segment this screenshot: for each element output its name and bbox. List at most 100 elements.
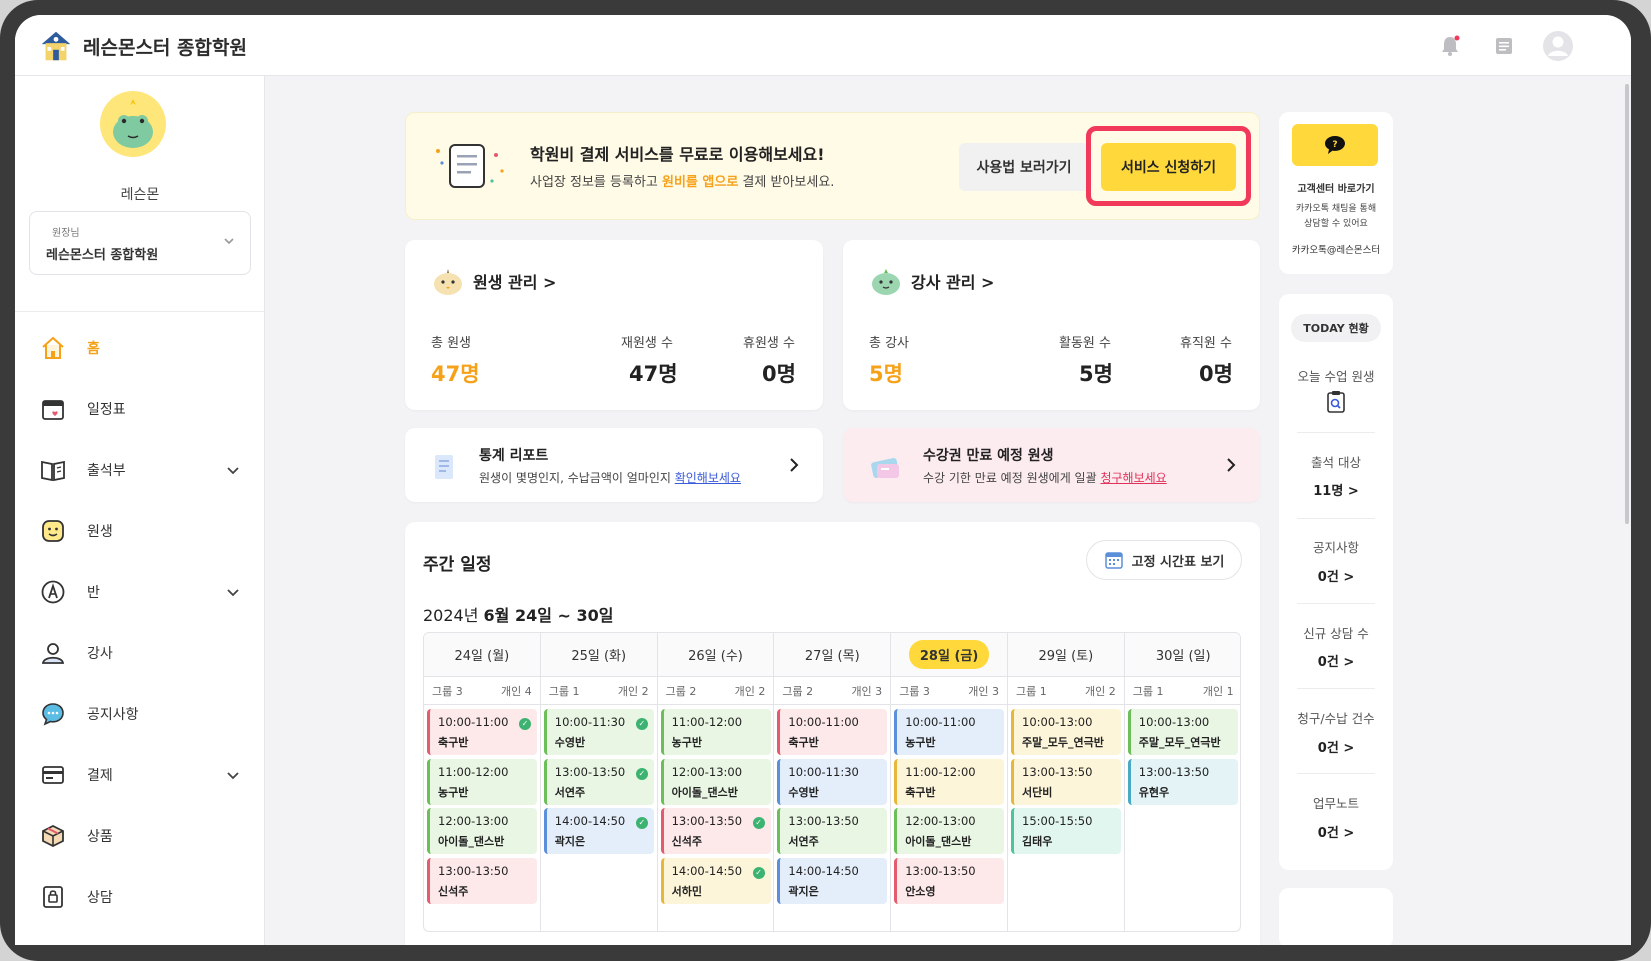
- guide-button[interactable]: 사용법 보러가기: [959, 143, 1089, 191]
- sidebar-item-home[interactable]: 홈: [39, 326, 245, 370]
- schedule-event[interactable]: 14:00-14:50 서하민 ✓: [660, 857, 771, 904]
- day-counts: 그룹 3 개인 3: [891, 677, 1007, 705]
- expiry-bill-link[interactable]: 청구해보세요: [1100, 471, 1166, 485]
- report-document-icon: [435, 455, 453, 479]
- event-name: 신석주: [671, 835, 702, 848]
- sidebar-item-class[interactable]: 반: [39, 570, 245, 614]
- sidebar-item-payment[interactable]: 결제: [39, 753, 245, 797]
- personal-count: 개인 3: [851, 684, 883, 698]
- screen: 레슨몬스터 종합학원 레슨몬 원장님 레슨몬스터 종합학원 홈 일정표 출석부 …: [15, 15, 1631, 945]
- report-title: 통계 리포트: [479, 448, 549, 464]
- sidebar-item-attendance[interactable]: 출석부: [39, 448, 245, 492]
- today-status-panel: TODAY 현황 오늘 수업 원생 출석 대상 11명 > 공지사항 0건 > …: [1279, 294, 1393, 870]
- day-header[interactable]: 30일 (일): [1124, 633, 1240, 677]
- schedule-event[interactable]: 12:00-13:00 아이돌_댄스반: [894, 808, 1005, 854]
- day-header[interactable]: 24일 (월): [424, 633, 540, 677]
- notification-bell-icon[interactable]: [1433, 29, 1467, 63]
- schedule-event[interactable]: 11:00-12:00 농구반: [660, 709, 771, 755]
- day-header[interactable]: 25일 (화): [540, 633, 657, 677]
- customer-center-title[interactable]: 고객센터 바로가기: [1279, 180, 1393, 195]
- sidebar-item-consult[interactable]: 상담: [39, 875, 245, 919]
- work-note-value[interactable]: 0건 >: [1279, 822, 1393, 841]
- schedule-event[interactable]: 12:00-13:00 아이돌_댄스반: [660, 758, 771, 805]
- schedule-event[interactable]: 11:00-12:00 농구반: [427, 758, 537, 805]
- app-logo[interactable]: 레슨몬스터 종합학원: [37, 27, 247, 65]
- schedule-event[interactable]: 13:00-13:50 유현우: [1127, 758, 1238, 805]
- schedule-event[interactable]: 13:00-13:50 신석주: [427, 857, 537, 904]
- student-management-title: 원생 관리 >: [473, 273, 557, 292]
- sidebar: 레슨몬 원장님 레슨몬스터 종합학원 홈 일정표 출석부 원생 반 강사 공지사…: [15, 76, 265, 945]
- clipboard-search-icon[interactable]: [1325, 390, 1347, 414]
- schedule-event[interactable]: 10:00-11:00 농구반: [894, 709, 1005, 755]
- fixed-timetable-button[interactable]: 고정 시간표 보기: [1086, 540, 1242, 580]
- student-management-link[interactable]: 원생 관리 >: [431, 264, 556, 298]
- enrolled-students-value: 47명: [629, 362, 678, 386]
- sidebar-item-label: 홈: [87, 341, 100, 357]
- sidebar-item-students[interactable]: 원생: [39, 509, 245, 553]
- notice-value[interactable]: 0건 >: [1279, 566, 1393, 585]
- day-header[interactable]: 28일 (금): [891, 633, 1007, 677]
- schedule-event[interactable]: 13:00-13:50 신석주 ✓: [660, 808, 771, 854]
- day-counts: 그룹 1 개인 1: [1124, 677, 1240, 705]
- academy-select[interactable]: 원장님 레슨몬스터 종합학원: [29, 211, 251, 275]
- weekly-schedule-card: 주간 일정 고정 시간표 보기 2024년 6월 24일 ~ 30일 24일 (…: [405, 522, 1260, 945]
- weekly-grid: 24일 (월) 그룹 3 개인 4 10:00-11:00 축구반 ✓ 11:00-12:0…: [423, 632, 1241, 932]
- billing-count-label: 청구/수납 건수: [1297, 711, 1375, 726]
- schedule-event[interactable]: 13:00-13:50 서연주 ✓: [543, 758, 654, 805]
- work-note-label: 업무노트: [1312, 796, 1359, 811]
- schedule-event[interactable]: 10:00-13:00 주말_모두_연극반: [1127, 709, 1238, 755]
- event-time: 12:00-13:00: [438, 814, 509, 828]
- day-header[interactable]: 29일 (토): [1008, 633, 1124, 677]
- sidebar-item-notice[interactable]: 공지사항: [39, 692, 245, 736]
- leave-teachers-label: 휴직원 수: [1180, 336, 1232, 351]
- schedule-event[interactable]: 15:00-15:50 김태우: [1011, 808, 1121, 854]
- sidebar-item-products[interactable]: 상품: [39, 814, 245, 858]
- memo-icon[interactable]: [1487, 29, 1521, 63]
- kakao-chat-button[interactable]: ?: [1292, 124, 1378, 166]
- event-name: 농구반: [671, 736, 702, 749]
- fixed-timetable-label: 고정 시간표 보기: [1131, 554, 1225, 570]
- sidebar-item-label: 출석부: [87, 463, 126, 479]
- schedule-event[interactable]: 12:00-13:00 아이돌_댄스반: [427, 808, 537, 854]
- svg-text:?: ?: [1332, 140, 1337, 150]
- schedule-event[interactable]: 10:00-11:30 수영반 ✓: [543, 709, 654, 755]
- schedule-event[interactable]: 13:00-13:50 안소영: [894, 857, 1005, 904]
- help-sub-line: 상담할 수 있어요: [1304, 219, 1368, 229]
- event-time: 12:00-13:00: [671, 764, 743, 779]
- report-check-link[interactable]: 확인해보세요: [675, 471, 741, 485]
- teacher-management-title: 강사 관리 >: [911, 273, 995, 292]
- event-name: 서연주: [788, 835, 819, 848]
- payment-banner: 학원비 결제 서비스를 무료로 이용해보세요! 사업장 정보를 등록하고 원비를…: [405, 112, 1260, 220]
- schedule-event[interactable]: 10:00-11:00 축구반: [777, 709, 888, 755]
- statistics-report-card[interactable]: 통계 리포트 원생이 몇명인지, 수납금액이 얼마인지 확인해보세요: [405, 428, 823, 502]
- day-header[interactable]: 27일 (목): [774, 633, 891, 677]
- schedule-event[interactable]: 13:00-13:50 서단비: [1011, 758, 1121, 805]
- user-avatar-icon[interactable]: [1541, 29, 1575, 63]
- profile-name: 레슨몬: [120, 187, 160, 203]
- apply-service-button[interactable]: 서비스 신청하기: [1101, 143, 1236, 191]
- sidebar-item-schedule[interactable]: 일정표: [39, 387, 245, 431]
- scrollbar-thumb[interactable]: [1625, 84, 1629, 524]
- scrollbar[interactable]: [1623, 76, 1631, 945]
- divider: [1297, 773, 1375, 774]
- expiring-pass-card[interactable]: 수강권 만료 예정 원생 수강 기한 만료 예정 원생에게 일괄 청구해보세요: [843, 428, 1260, 502]
- sidebar-item-teachers[interactable]: 강사: [39, 631, 245, 675]
- sidebar-item-label: 일정표: [87, 402, 126, 418]
- schedule-event[interactable]: 13:00-13:50 서연주: [777, 808, 888, 854]
- attendance-target-value[interactable]: 11명 >: [1279, 480, 1393, 499]
- event-name: 주말_모두_연극반: [1138, 736, 1221, 749]
- day-header[interactable]: 26일 (수): [657, 633, 774, 677]
- schedule-event[interactable]: 14:00-14:50 곽지은 ✓: [543, 808, 654, 854]
- total-teachers-value: 5명: [869, 362, 903, 386]
- divider: [1297, 603, 1375, 604]
- teacher-management-link[interactable]: 강사 관리 >: [869, 264, 994, 298]
- schedule-event[interactable]: 10:00-13:00 주말_모두_연극반: [1011, 709, 1121, 755]
- day-counts: 그룹 2 개인 2: [657, 677, 774, 705]
- billing-count-value[interactable]: 0건 >: [1279, 737, 1393, 756]
- app-title: 레슨몬스터 종합학원: [83, 36, 247, 59]
- schedule-event[interactable]: 11:00-12:00 축구반: [894, 758, 1005, 805]
- schedule-event[interactable]: 14:00-14:50 곽지은: [777, 857, 888, 904]
- schedule-event[interactable]: 10:00-11:30 수영반: [777, 758, 888, 805]
- schedule-event[interactable]: 10:00-11:00 축구반 ✓: [427, 709, 537, 755]
- new-consult-value[interactable]: 0건 >: [1279, 651, 1393, 670]
